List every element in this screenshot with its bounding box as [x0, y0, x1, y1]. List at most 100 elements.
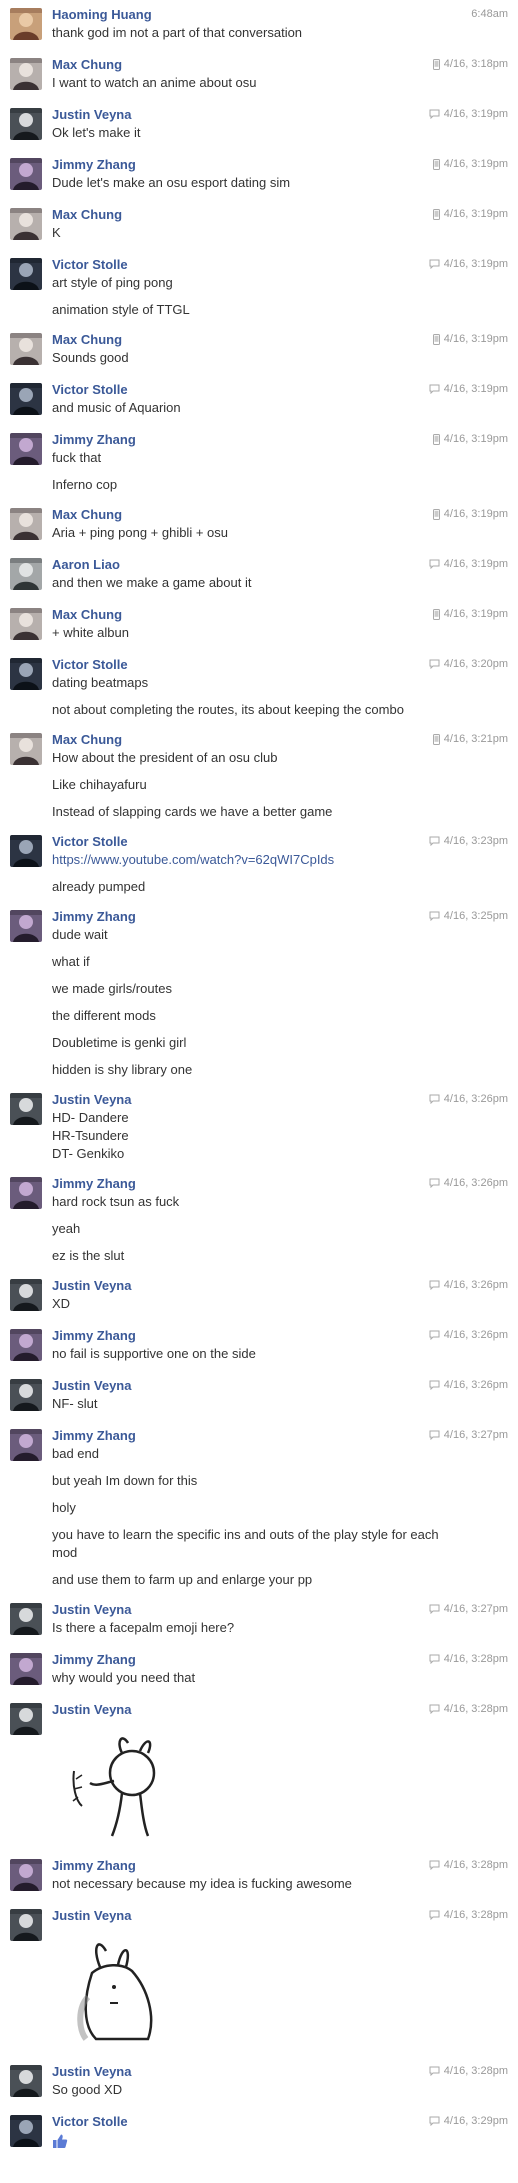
message-lines: + white albun: [52, 624, 518, 642]
avatar[interactable]: [10, 383, 42, 415]
message-text: what if: [52, 954, 90, 969]
message-text: no fail is supportive one on the side: [52, 1346, 256, 1361]
timestamp: 4/16, 3:19pm: [443, 258, 508, 270]
message-text: NF- slut: [52, 1396, 98, 1411]
message-lines: I want to watch an anime about osu: [52, 74, 518, 92]
message-text: you have to learn the specific ins and o…: [52, 1527, 439, 1560]
message-lines: Ok let's make it: [52, 124, 518, 142]
message-block: Justin Veyna 4/16, 3:27pm Is there a facep…: [0, 1595, 518, 1645]
message-lines: hard rock tsun as fuck yeah ez is the slut: [52, 1193, 518, 1265]
avatar[interactable]: [10, 1379, 42, 1411]
thumbs-up-icon[interactable]: [52, 2133, 68, 2154]
timestamp: 4/16, 3:27pm: [443, 1603, 508, 1615]
avatar[interactable]: [10, 910, 42, 942]
message-text: Like chihayafuru: [52, 777, 147, 792]
avatar[interactable]: [10, 658, 42, 690]
message-text: fuck that: [52, 450, 102, 465]
avatar[interactable]: [10, 1177, 42, 1209]
message-text: I want to watch an anime about osu: [52, 75, 257, 90]
message-lines: and then we make a game about it: [52, 574, 518, 592]
message-text: hidden is shy library one: [52, 1062, 193, 1077]
message-text: but yeah Im down for this: [52, 1473, 198, 1488]
message-text: Ok let's make it: [52, 125, 141, 140]
avatar[interactable]: [10, 835, 42, 867]
message-lines: no fail is supportive one on the side: [52, 1345, 518, 1363]
mobile-phone-icon: [432, 608, 440, 620]
avatar[interactable]: [10, 508, 42, 540]
avatar[interactable]: [10, 258, 42, 290]
chat-bubble-icon: [429, 1654, 440, 1664]
avatar[interactable]: [10, 333, 42, 365]
sender-name[interactable]: Haoming Huang: [52, 6, 518, 24]
avatar[interactable]: [10, 2065, 42, 2097]
message-block: Justin Veyna 4/16, 3:26pm NF- slut: [0, 1371, 518, 1421]
timestamp: 4/16, 3:19pm: [443, 158, 508, 170]
avatar[interactable]: [10, 558, 42, 590]
message-block: Justin Veyna 4/16, 3:26pm HD- Dandere HR-T…: [0, 1085, 518, 1169]
timestamp: 4/16, 3:26pm: [443, 1093, 508, 1105]
message-text: and use them to farm up and enlarge your…: [52, 1572, 313, 1587]
message-lines: Is there a facepalm emoji here?: [52, 1619, 518, 1637]
message-lines: not necessary because my idea is fucking…: [52, 1875, 518, 1893]
avatar[interactable]: [10, 208, 42, 240]
timestamp: 4/16, 3:28pm: [443, 1859, 508, 1871]
timestamp: 4/16, 3:26pm: [443, 1177, 508, 1189]
message-text: How about the president of an osu club: [52, 750, 278, 765]
avatar[interactable]: [10, 158, 42, 190]
facepalm-sticker: [72, 1737, 156, 1837]
message-lines: Dude let's make an osu esport dating sim: [52, 174, 518, 192]
chat-bubble-icon: [429, 1330, 440, 1340]
avatar[interactable]: [10, 1703, 42, 1735]
chat-bubble-icon: [429, 384, 440, 394]
chat-bubble-icon: [429, 109, 440, 119]
message-lines: [52, 2131, 518, 2154]
avatar[interactable]: [10, 1653, 42, 1685]
avatar[interactable]: [10, 433, 42, 465]
mobile-phone-icon: [432, 58, 440, 70]
chat-bubble-icon: [429, 2066, 440, 2076]
message-text: dude wait: [52, 927, 108, 942]
chat-bubble-icon: [429, 1380, 440, 1390]
message-text: already pumped: [52, 879, 146, 894]
avatar[interactable]: [10, 108, 42, 140]
message-text: Inferno cop: [52, 477, 118, 492]
message-block: Jimmy Zhang 4/16, 3:28pm not necessary bec…: [0, 1851, 518, 1901]
avatar[interactable]: [10, 1093, 42, 1125]
avatar[interactable]: [10, 1909, 42, 1941]
avatar[interactable]: [10, 1329, 42, 1361]
message-meta: 4/16, 3:26pm: [429, 1379, 508, 1391]
message-meta: 4/16, 3:19pm: [429, 108, 508, 120]
timestamp: 4/16, 3:26pm: [443, 1329, 508, 1341]
message-lines: NF- slut: [52, 1395, 518, 1413]
message-block: Max Chung 4/16, 3:19pm Aria + ping pong + …: [0, 500, 518, 550]
message-text: not about completing the routes, its abo…: [52, 702, 404, 717]
chat-bubble-icon: [429, 559, 440, 569]
avatar[interactable]: [10, 58, 42, 90]
mobile-phone-icon: [432, 333, 440, 345]
message-lines: and music of Aquarion: [52, 399, 518, 417]
mobile-phone-icon: [432, 508, 440, 520]
avatar[interactable]: [10, 1429, 42, 1461]
message-block: Jimmy Zhang 4/16, 3:28pm why would you nee…: [0, 1645, 518, 1695]
avatar[interactable]: [10, 8, 42, 40]
timestamp: 4/16, 3:19pm: [443, 433, 508, 445]
message-block: Jimmy Zhang 4/16, 3:27pm bad end but yeah I…: [0, 1421, 518, 1595]
message-meta: 4/16, 3:19pm: [429, 383, 508, 395]
avatar[interactable]: [10, 733, 42, 765]
avatar[interactable]: [10, 608, 42, 640]
message-text: Dude let's make an osu esport dating sim: [52, 175, 291, 190]
message-meta: 4/16, 3:19pm: [432, 333, 508, 345]
message-lines: So good XD: [52, 2081, 518, 2099]
message-text: animation style of TTGL: [52, 302, 190, 317]
message-block: Justin Veyna 4/16, 3:19pm Ok let's make it: [0, 100, 518, 150]
avatar[interactable]: [10, 1859, 42, 1891]
avatar[interactable]: [10, 1279, 42, 1311]
message-link[interactable]: https://www.youtube.com/watch?v=62qWI7Cp…: [52, 852, 334, 867]
avatar[interactable]: [10, 1603, 42, 1635]
message-text: the different mods: [52, 1008, 156, 1023]
avatar[interactable]: [10, 2115, 42, 2147]
message-lines: art style of ping pong animation style of…: [52, 274, 518, 319]
message-text: Instead of slapping cards we have a bett…: [52, 804, 333, 819]
message-meta: 4/16, 3:25pm: [429, 910, 508, 922]
message-meta: 4/16, 3:19pm: [432, 508, 508, 520]
